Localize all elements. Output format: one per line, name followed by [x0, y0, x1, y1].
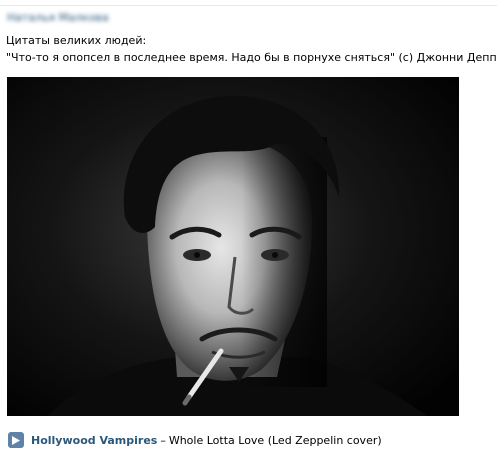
wall-post: Наталья Малкова Цитаты великих людей: "Ч…: [0, 0, 497, 460]
audio-separator: –: [160, 433, 166, 447]
play-button[interactable]: [8, 432, 24, 448]
post-text-line-2: "Что-то я опопсел в последнее время. Над…: [6, 51, 497, 64]
audio-artist-link[interactable]: Hollywood Vampires: [31, 434, 157, 447]
audio-title[interactable]: Whole Lotta Love (Led Zeppelin cover): [169, 434, 382, 447]
audio-attachment: Hollywood Vampires – Whole Lotta Love (L…: [8, 431, 382, 449]
post-author-name[interactable]: Наталья Малкова: [7, 12, 117, 24]
post-divider: [0, 5, 497, 6]
post-photo[interactable]: [7, 77, 459, 416]
play-icon: [12, 435, 20, 445]
post-text-line-1: Цитаты великих людей:: [6, 34, 147, 47]
portrait-photo-image: [7, 77, 459, 416]
